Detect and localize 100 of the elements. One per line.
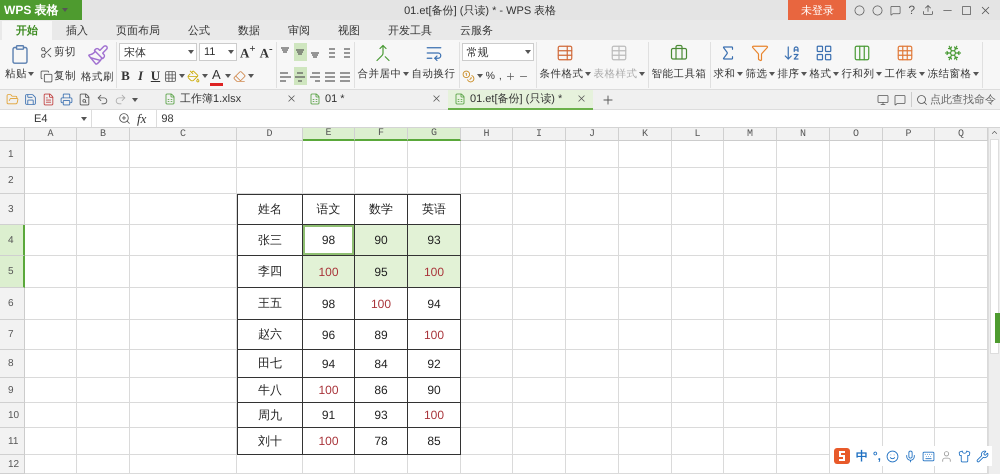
- column-header[interactable]: F: [355, 128, 408, 141]
- grid-cell[interactable]: [566, 225, 619, 256]
- caret-icon[interactable]: [402, 72, 409, 76]
- grid-cell[interactable]: [777, 194, 830, 225]
- grid-cell[interactable]: [724, 194, 777, 225]
- grid-cell[interactable]: [883, 168, 935, 194]
- grid-cell[interactable]: [777, 168, 830, 194]
- grid-cell[interactable]: [619, 428, 672, 455]
- column-header[interactable]: G: [408, 128, 461, 141]
- grid-cell[interactable]: [619, 350, 672, 378]
- grid-cell[interactable]: [777, 141, 830, 168]
- undo-icon[interactable]: [96, 93, 109, 106]
- caret-icon[interactable]: [248, 74, 254, 78]
- grid-cell[interactable]: [672, 194, 724, 225]
- grid-cell[interactable]: [777, 256, 830, 288]
- row-header[interactable]: 2: [0, 168, 25, 194]
- grid-cell[interactable]: [830, 403, 883, 428]
- grid-cell[interactable]: [513, 168, 566, 194]
- grid-cell[interactable]: [77, 256, 130, 288]
- grid-cell[interactable]: [724, 168, 777, 194]
- caret-icon[interactable]: [81, 116, 87, 120]
- ribbon-tab[interactable]: 云服务: [446, 21, 507, 40]
- grid-cell[interactable]: [724, 403, 777, 428]
- percent-button[interactable]: %: [484, 66, 496, 86]
- ribbon-tab[interactable]: 开发工具: [374, 21, 446, 40]
- grid-cell[interactable]: [672, 168, 724, 194]
- grid-cell[interactable]: [883, 225, 935, 256]
- vertical-scrollbar[interactable]: [988, 128, 1000, 474]
- grid-cell[interactable]: [830, 256, 883, 288]
- row-header[interactable]: 11: [0, 428, 25, 455]
- column-header[interactable]: L: [672, 128, 724, 141]
- grid-cell[interactable]: [77, 455, 130, 474]
- ribbon-tab[interactable]: 公式: [174, 21, 224, 40]
- caret-icon[interactable]: [584, 72, 591, 76]
- grid-cell[interactable]: [77, 403, 130, 428]
- caret-icon[interactable]: [524, 50, 531, 54]
- grid-cell[interactable]: [25, 168, 77, 194]
- grid-cell[interactable]: [130, 455, 237, 474]
- grid-cell[interactable]: [830, 194, 883, 225]
- print-preview-icon[interactable]: [78, 93, 91, 106]
- grid-cell[interactable]: [77, 320, 130, 350]
- grid-cell[interactable]: [25, 194, 77, 225]
- format-icon[interactable]: [815, 44, 834, 62]
- grid-cell[interactable]: [25, 403, 77, 428]
- punctuation-mode-text[interactable]: °,: [872, 449, 881, 463]
- grid-cell[interactable]: [830, 168, 883, 194]
- freeze-panes-icon[interactable]: [944, 44, 962, 62]
- column-header[interactable]: B: [77, 128, 130, 141]
- grid-cell[interactable]: [77, 225, 130, 256]
- column-header[interactable]: E: [303, 128, 355, 141]
- grid-cell[interactable]: [619, 256, 672, 288]
- shrink-font-button[interactable]: A$^{-}$: [258, 42, 274, 62]
- close-icon[interactable]: [431, 93, 442, 104]
- grid-cell[interactable]: [408, 141, 461, 168]
- grid-cell[interactable]: [724, 256, 777, 288]
- paste-button[interactable]: 粘贴: [4, 42, 35, 86]
- cut-button[interactable]: 剪切: [39, 42, 77, 62]
- caret-icon[interactable]: [132, 98, 138, 102]
- grid-cell[interactable]: [830, 225, 883, 256]
- new-tab-icon[interactable]: [601, 92, 615, 106]
- column-header[interactable]: J: [566, 128, 619, 141]
- document-tab[interactable]: 01 *: [303, 90, 448, 110]
- grid-cell[interactable]: [461, 141, 513, 168]
- grid-cell[interactable]: [777, 288, 830, 320]
- grid-cell[interactable]: [513, 378, 566, 403]
- grid-cell[interactable]: [77, 288, 130, 320]
- grid-cell[interactable]: [513, 225, 566, 256]
- grid-cell[interactable]: [566, 288, 619, 320]
- row-header[interactable]: 7: [0, 320, 25, 350]
- caret-icon[interactable]: [188, 50, 194, 54]
- merge-cells-icon[interactable]: [374, 44, 392, 62]
- print-icon[interactable]: [60, 93, 73, 106]
- grid-cell[interactable]: [303, 141, 355, 168]
- help-button[interactable]: ?: [908, 3, 915, 17]
- grid-cell[interactable]: [672, 428, 724, 455]
- border-icon[interactable]: [164, 70, 177, 82]
- grid-cell[interactable]: [724, 350, 777, 378]
- side-panel-tab[interactable]: [995, 313, 1000, 343]
- row-header[interactable]: 8: [0, 350, 25, 378]
- grid-cell[interactable]: [303, 455, 355, 474]
- copy-button[interactable]: 复制: [39, 66, 77, 86]
- grid-cell[interactable]: [777, 225, 830, 256]
- ribbon-button[interactable]: 冻结窗格: [926, 42, 980, 86]
- command-search-field[interactable]: 点此查找命令: [911, 92, 996, 107]
- caret-icon[interactable]: [972, 72, 979, 76]
- caret-icon[interactable]: [228, 50, 234, 54]
- search-icon[interactable]: [916, 94, 928, 106]
- grid-cell[interactable]: [566, 378, 619, 403]
- fill-color-icon[interactable]: [187, 70, 200, 82]
- grid-cell[interactable]: [883, 403, 935, 428]
- ribbon-button[interactable]: 筛选: [744, 42, 776, 86]
- grid-cell[interactable]: [724, 141, 777, 168]
- row-header[interactable]: 9: [0, 378, 25, 403]
- grid-cell[interactable]: [25, 288, 77, 320]
- grid-cell[interactable]: [724, 428, 777, 455]
- row-header[interactable]: 3: [0, 194, 25, 225]
- grid-cell[interactable]: [25, 350, 77, 378]
- ribbon-button[interactable]: 自动换行: [410, 42, 457, 86]
- close-icon[interactable]: [286, 93, 297, 104]
- grid-cell[interactable]: [513, 141, 566, 168]
